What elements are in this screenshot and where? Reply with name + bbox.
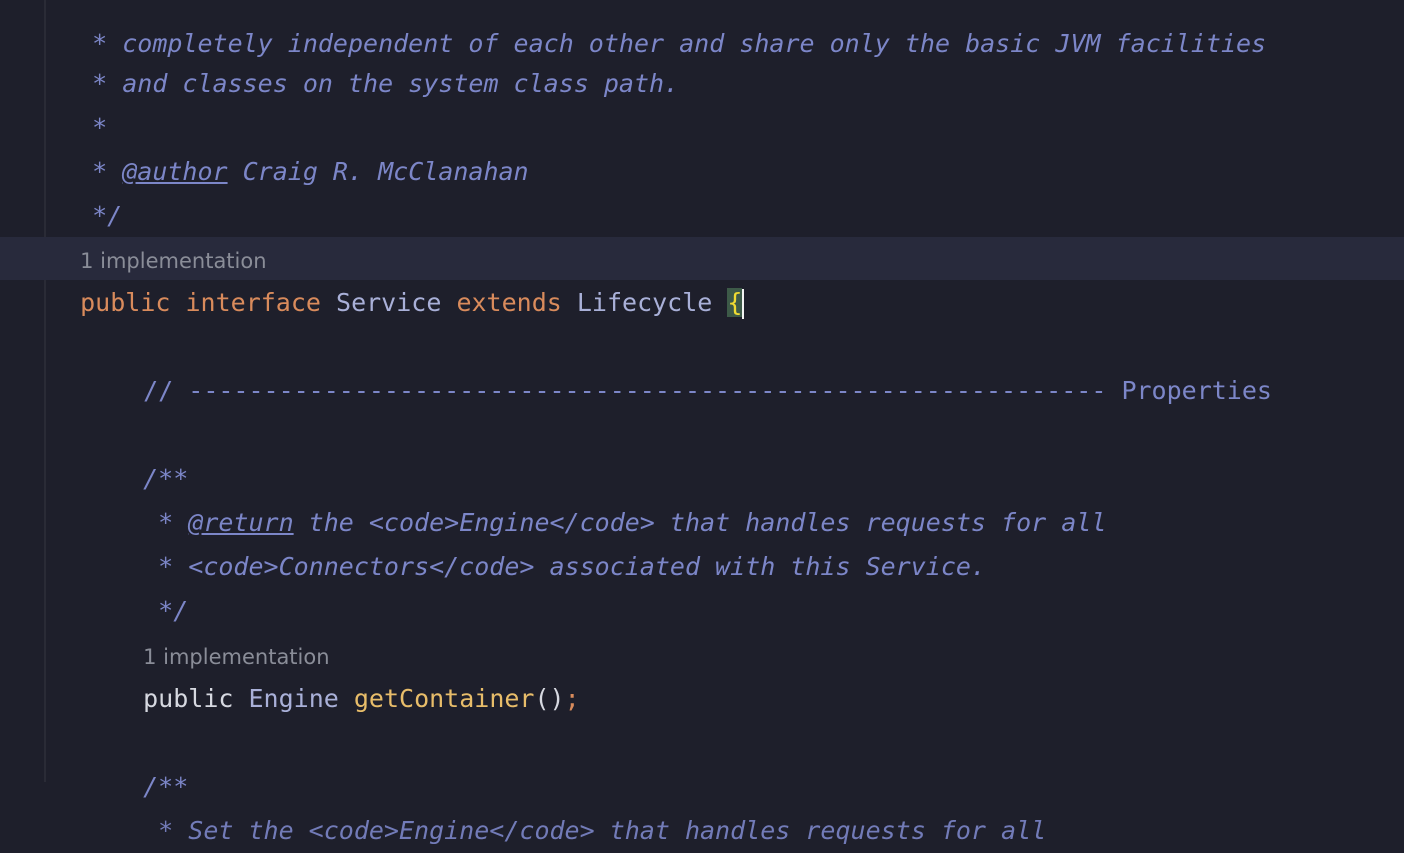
method-name: getContainer	[353, 684, 535, 713]
matched-brace: {	[727, 288, 743, 317]
code-line[interactable]: */	[62, 150, 122, 230]
code-line[interactable]: /**	[113, 721, 188, 801]
code-line[interactable]: * @return the <code>Engine</code> that h…	[113, 457, 1106, 537]
code-vision-hint[interactable]: 1 implementation	[50, 194, 266, 273]
code-line-interface-declaration[interactable]: public interface Service extends Lifecyc…	[50, 237, 745, 319]
keyword-interface: interface	[185, 288, 321, 317]
keyword-public: public	[143, 684, 234, 713]
semicolon: ;	[564, 684, 580, 713]
code-line[interactable]: */	[113, 545, 188, 625]
return-type: Engine	[248, 684, 339, 713]
code-line[interactable]: * Set the <code>Engine</code> that handl…	[113, 765, 1046, 845]
code-vision-hint[interactable]: 1 implementation	[113, 590, 329, 669]
doc-comment-text: Craig R. McClanahan	[227, 157, 529, 186]
code-line[interactable]: * and classes on the system class path.	[62, 18, 679, 98]
javadoc-tag-author: @author	[122, 157, 228, 186]
parent-type-name: Lifecycle	[576, 288, 713, 317]
keyword-extends: extends	[456, 288, 562, 317]
parentheses: ()	[534, 684, 565, 713]
editor-gutter-line	[44, 0, 46, 782]
code-line-method-declaration[interactable]: public Engine getContainer();	[113, 633, 580, 713]
section-comment: // -------------------------------------…	[143, 376, 1272, 405]
interface-name: Service	[336, 288, 442, 317]
code-line[interactable]: /**	[113, 413, 188, 493]
code-line[interactable]: // -------------------------------------…	[113, 325, 1272, 405]
keyword-public: public	[80, 288, 171, 317]
code-line[interactable]: * @author Craig R. McClanahan	[62, 106, 529, 186]
code-line[interactable]: *	[62, 62, 107, 142]
doc-comment-text: * and classes on the system class path.	[92, 69, 680, 98]
code-line[interactable]: * <code>Connectors</code> associated wit…	[113, 501, 986, 581]
doc-comment-text: * Set the <code>Engine</code> that handl…	[143, 816, 1047, 845]
doc-comment-text: * <code>Connectors</code> associated wit…	[143, 552, 986, 581]
text-caret	[742, 289, 745, 319]
